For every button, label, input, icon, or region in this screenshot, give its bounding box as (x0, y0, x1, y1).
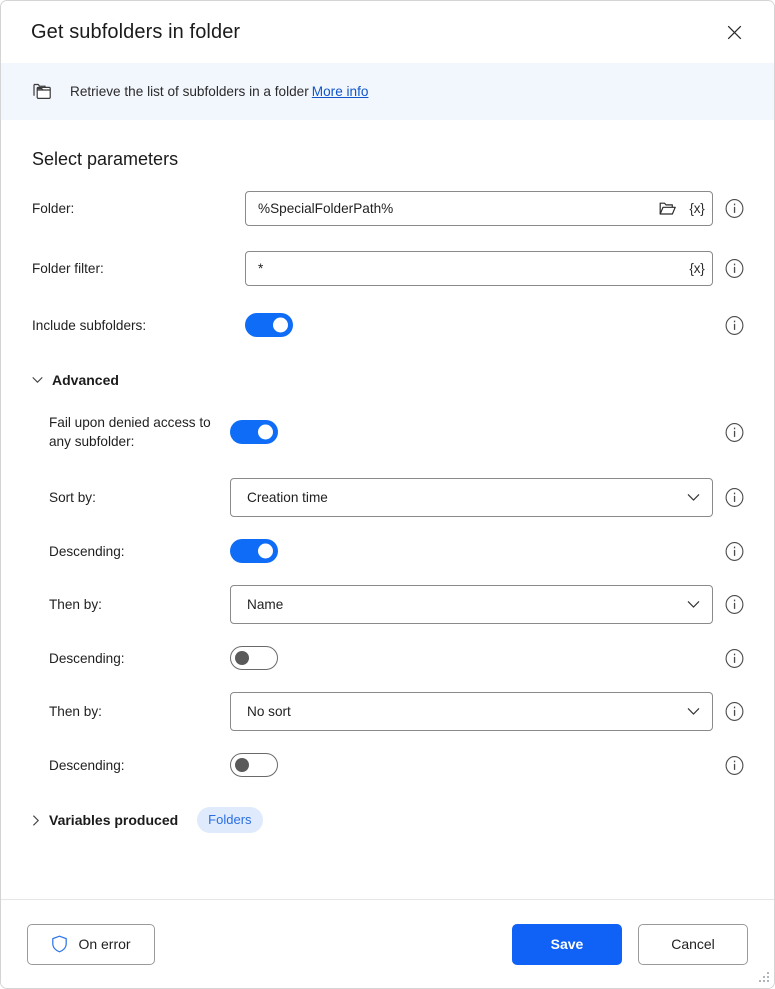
then-by-2-select[interactable]: No sort (230, 692, 713, 731)
chevron-down-icon (682, 701, 704, 723)
sort-by-value: Creation time (247, 490, 682, 505)
row-fail-denied-access: Fail upon denied access to any subfolder… (1, 412, 774, 452)
advanced-label: Advanced (52, 372, 119, 388)
shield-icon (51, 935, 68, 953)
folder-filter-input[interactable]: * {x} (245, 251, 713, 286)
chevron-right-icon (32, 815, 40, 826)
parameters-body: Select parameters Folder: %SpecialFolder… (1, 120, 774, 900)
folder-filter-label: Folder filter: (32, 259, 245, 278)
include-subfolders-toggle[interactable] (245, 313, 293, 337)
info-banner: Retrieve the list of subfolders in a fol… (1, 63, 774, 120)
row-descending-2: Descending: (1, 646, 774, 670)
descending-1-toggle[interactable] (230, 539, 278, 563)
variable-badge-folders[interactable]: Folders (197, 807, 262, 833)
toggle-knob (273, 318, 288, 333)
descending-3-label: Descending: (49, 756, 230, 775)
toggle-knob (258, 425, 273, 440)
row-include-subfolders: Include subfolders: (1, 313, 774, 337)
footer-bar: On error Save Cancel (1, 900, 774, 988)
folder-info-icon[interactable] (725, 199, 744, 218)
cancel-button[interactable]: Cancel (638, 924, 748, 965)
chevron-down-icon (32, 376, 43, 384)
row-sort-by: Sort by: Creation time (1, 478, 774, 517)
variable-braces-icon: {x} (689, 201, 704, 216)
browse-folder-button[interactable] (652, 192, 682, 225)
chevron-down-icon (682, 594, 704, 616)
descending-3-info-icon[interactable] (725, 756, 744, 775)
page-title: Get subfolders in folder (31, 21, 712, 44)
descending-1-info-icon[interactable] (725, 542, 744, 561)
sort-by-select[interactable]: Creation time (230, 478, 713, 517)
banner-text-wrap: Retrieve the list of subfolders in a fol… (70, 83, 368, 101)
save-button[interactable]: Save (512, 924, 622, 965)
section-title: Select parameters (1, 120, 774, 170)
row-folder: Folder: %SpecialFolderPath% {x} (1, 191, 774, 226)
descending-1-label: Descending: (49, 542, 230, 561)
on-error-label: On error (78, 936, 130, 952)
then-by-1-label: Then by: (49, 595, 230, 614)
then-by-1-info-icon[interactable] (725, 595, 744, 614)
banner-description: Retrieve the list of subfolders in a fol… (70, 84, 309, 99)
variables-produced-expander[interactable]: Variables produced Folders (1, 807, 774, 833)
folder-filter-info-icon[interactable] (725, 259, 744, 278)
sort-by-info-icon[interactable] (725, 488, 744, 507)
folders-icon (31, 81, 53, 103)
fail-denied-access-label: Fail upon denied access to any subfolder… (49, 413, 230, 451)
then-by-1-value: Name (247, 597, 682, 612)
descending-3-toggle[interactable] (230, 753, 278, 777)
fail-denied-access-info-icon[interactable] (725, 423, 744, 442)
row-descending-1: Descending: (1, 539, 774, 563)
toggle-knob (235, 758, 249, 772)
title-bar: Get subfolders in folder (1, 1, 774, 63)
on-error-button[interactable]: On error (27, 924, 155, 965)
include-subfolders-info-icon[interactable] (725, 316, 744, 335)
close-button[interactable] (712, 13, 756, 51)
dialog-window: Get subfolders in folder Retrieve the li… (0, 0, 775, 989)
folder-label: Folder: (32, 199, 245, 218)
descending-2-info-icon[interactable] (725, 649, 744, 668)
save-label: Save (551, 936, 584, 952)
chevron-down-icon (682, 487, 704, 509)
then-by-2-value: No sort (247, 704, 682, 719)
descending-2-label: Descending: (49, 649, 230, 668)
folder-filter-variable-button[interactable]: {x} (682, 252, 712, 285)
sort-by-label: Sort by: (49, 488, 230, 507)
then-by-2-label: Then by: (49, 702, 230, 721)
more-info-link[interactable]: More info (312, 84, 369, 99)
advanced-expander[interactable]: Advanced (1, 369, 774, 391)
folder-variable-button[interactable]: {x} (682, 192, 712, 225)
row-then-by-2: Then by: No sort (1, 692, 774, 731)
then-by-1-select[interactable]: Name (230, 585, 713, 624)
row-then-by-1: Then by: Name (1, 585, 774, 624)
folder-open-icon (659, 201, 676, 216)
folder-filter-value: * (258, 261, 682, 276)
cancel-label: Cancel (671, 936, 715, 952)
folder-input[interactable]: %SpecialFolderPath% {x} (245, 191, 713, 226)
then-by-2-info-icon[interactable] (725, 702, 744, 721)
include-subfolders-label: Include subfolders: (32, 316, 245, 335)
folder-value: %SpecialFolderPath% (258, 201, 652, 216)
close-icon (727, 25, 742, 40)
variable-braces-icon: {x} (689, 261, 704, 276)
row-folder-filter: Folder filter: * {x} (1, 251, 774, 286)
descending-2-toggle[interactable] (230, 646, 278, 670)
fail-denied-access-toggle[interactable] (230, 420, 278, 444)
row-descending-3: Descending: (1, 753, 774, 777)
variables-produced-label: Variables produced (49, 812, 178, 828)
toggle-knob (258, 544, 273, 559)
toggle-knob (235, 651, 249, 665)
